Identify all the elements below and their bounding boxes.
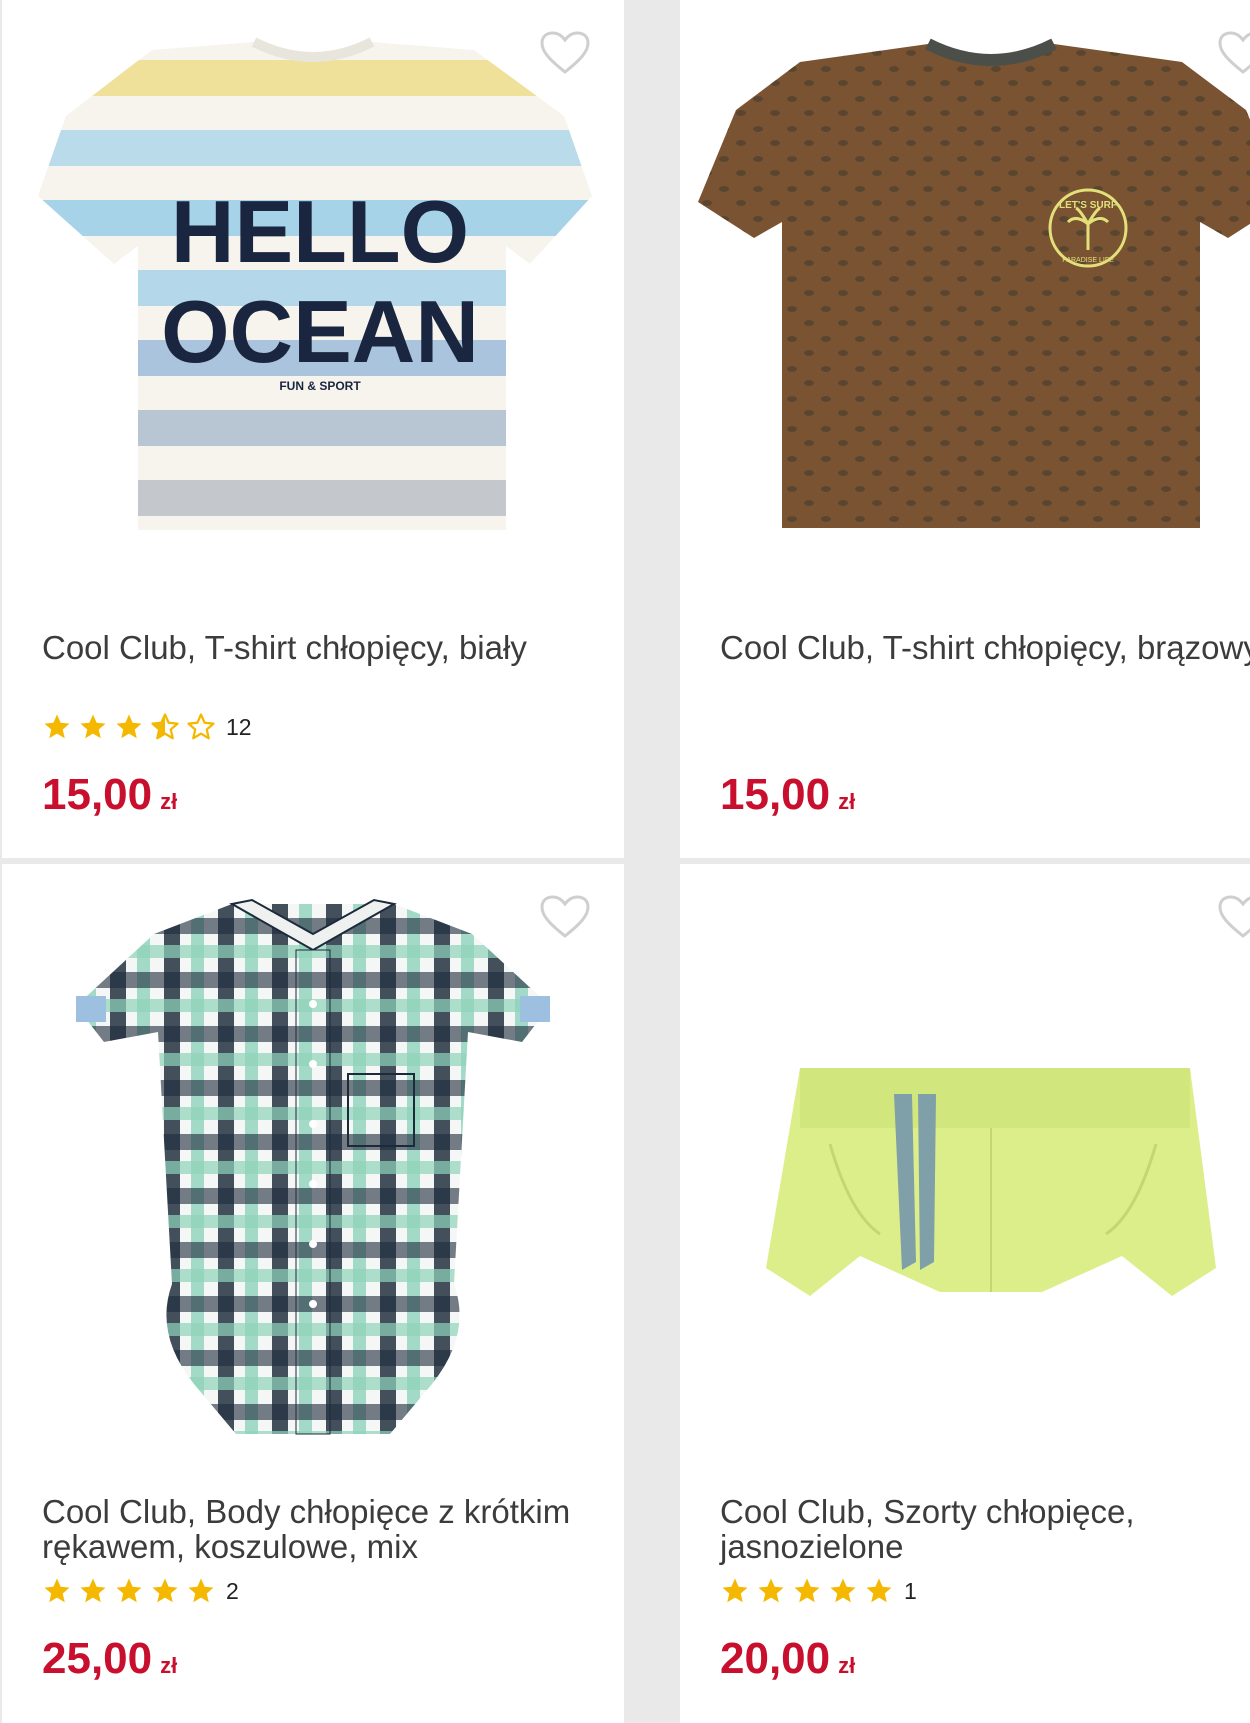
rating-stars — [720, 1576, 900, 1606]
rating-stars — [42, 712, 222, 742]
star-icon — [80, 1578, 106, 1603]
price-currency: zł — [160, 789, 178, 814]
product-card[interactable]: Cool Club, Szorty chłopięce, jasnozielon… — [680, 864, 1250, 1723]
star-icon — [44, 714, 70, 739]
star-half-icon — [151, 713, 179, 740]
star-icon — [866, 1578, 892, 1603]
price-amount: 15,00 — [42, 770, 153, 819]
star-outline-icon — [187, 713, 215, 740]
product-title[interactable]: Cool Club, T-shirt chłopięcy, biały — [42, 630, 602, 665]
product-image[interactable] — [2, 864, 624, 1464]
print-text-hello: HELLO — [171, 182, 469, 281]
product-price: 15,00 zł — [720, 770, 855, 820]
product-title[interactable]: Cool Club, T-shirt chłopięcy, brązowy — [720, 630, 1250, 665]
star-icon — [152, 1578, 178, 1603]
star-icon — [722, 1578, 748, 1603]
badge-text-bottom: PARADISE LIFE — [1062, 257, 1114, 264]
product-title[interactable]: Cool Club, Body chłopięce z krótkim ręka… — [42, 1494, 602, 1564]
green-shorts-image — [766, 1068, 1216, 1296]
product-grid: HELLO OCEAN FUN & SPORT Cool Club, T-shi… — [0, 0, 1250, 1723]
product-image[interactable]: HELLO OCEAN FUN & SPORT — [2, 0, 624, 560]
product-card[interactable]: LET'S SURF PARADISE LIFE Cool Club, T-sh… — [680, 0, 1250, 858]
favorite-heart-icon[interactable] — [538, 30, 592, 76]
rating-stars — [42, 1576, 222, 1606]
product-card[interactable]: Cool Club, Body chłopięce z krótkim ręka… — [2, 864, 624, 1723]
product-rating: 2 — [42, 1576, 239, 1606]
product-rating: 12 — [42, 712, 252, 742]
brown-tshirt-image: LET'S SURF PARADISE LIFE — [698, 38, 1250, 528]
product-image[interactable] — [680, 864, 1250, 1464]
price-amount: 20,00 — [720, 1634, 831, 1683]
rating-count: 12 — [226, 713, 252, 740]
product-price: 25,00 zł — [42, 1634, 177, 1684]
favorite-heart-icon[interactable] — [538, 894, 592, 940]
favorite-heart-icon[interactable] — [1216, 894, 1250, 940]
star-icon — [830, 1578, 856, 1603]
star-icon — [188, 1578, 214, 1603]
rating-count: 2 — [226, 1577, 239, 1604]
star-icon — [44, 1578, 70, 1603]
price-amount: 15,00 — [720, 770, 831, 819]
star-icon — [116, 1578, 142, 1603]
product-card[interactable]: HELLO OCEAN FUN & SPORT Cool Club, T-shi… — [2, 0, 624, 858]
star-icon — [116, 714, 142, 739]
price-currency: zł — [838, 1653, 856, 1678]
print-text-fun-sport: FUN & SPORT — [279, 379, 361, 393]
product-rating: 1 — [720, 1576, 917, 1606]
price-amount: 25,00 — [42, 1634, 153, 1683]
print-text-ocean: OCEAN — [161, 282, 479, 381]
product-image[interactable]: LET'S SURF PARADISE LIFE — [680, 0, 1250, 560]
striped-tshirt-image: HELLO OCEAN FUN & SPORT — [38, 37, 592, 530]
star-icon — [80, 714, 106, 739]
price-currency: zł — [838, 789, 856, 814]
product-price: 20,00 zł — [720, 1634, 855, 1684]
rating-count: 1 — [904, 1577, 917, 1604]
star-icon — [758, 1578, 784, 1603]
plaid-bodysuit-image — [76, 898, 550, 1435]
star-icon — [794, 1578, 820, 1603]
price-currency: zł — [160, 1653, 178, 1678]
product-title[interactable]: Cool Club, Szorty chłopięce, jasnozielon… — [720, 1494, 1250, 1564]
badge-text-top: LET'S SURF — [1059, 200, 1117, 211]
product-price: 15,00 zł — [42, 770, 177, 820]
favorite-heart-icon[interactable] — [1216, 30, 1250, 76]
